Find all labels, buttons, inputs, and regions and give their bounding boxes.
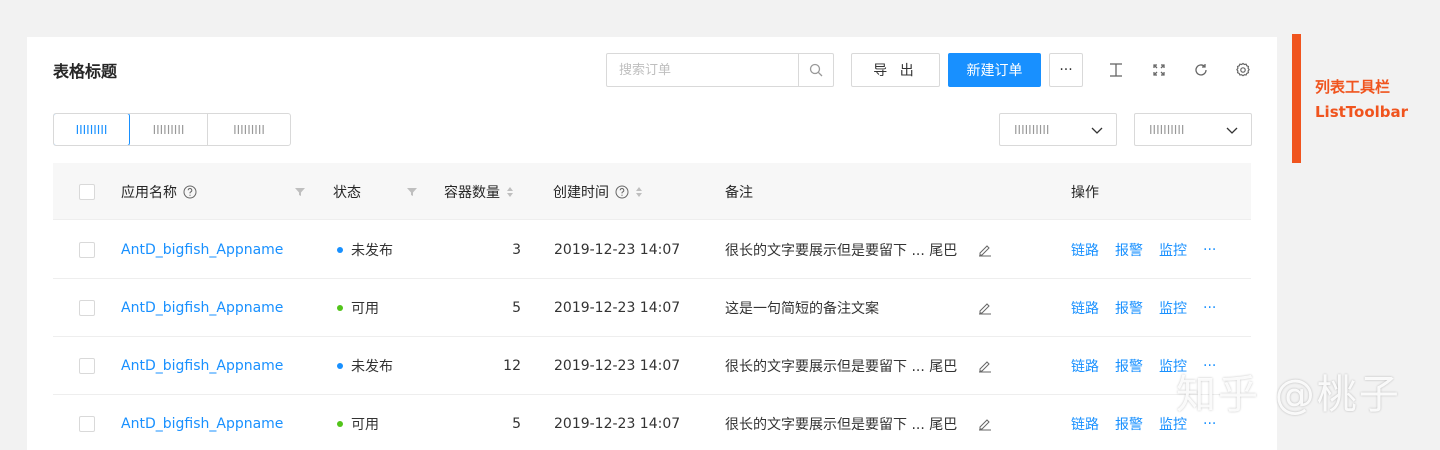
link-action[interactable]: 链路 <box>1071 298 1099 318</box>
created-time: 2019-12-23 14:07 <box>554 416 681 432</box>
edit-icon[interactable] <box>978 221 992 279</box>
row-checkbox[interactable] <box>79 221 95 279</box>
status-text: 可用 <box>351 301 379 317</box>
status-dot <box>337 363 343 369</box>
table-row: AntD_bigfish_Appname 未发布 12 2019-12-23 1… <box>53 337 1251 395</box>
table-row: AntD_bigfish_Appname 可用 5 2019-12-23 14:… <box>53 395 1251 450</box>
created-time: 2019-12-23 14:07 <box>554 242 681 258</box>
column-containers[interactable]: 容器数量 <box>444 163 514 220</box>
watermark: 知乎 @桃子 <box>1176 372 1401 418</box>
new-order-button[interactable]: 新建订单 <box>948 53 1041 87</box>
column-actions: 操作 <box>1071 184 1099 201</box>
view-tab-1[interactable]: IIIIIIIII <box>54 114 130 145</box>
fullscreen-icon[interactable] <box>1150 61 1168 79</box>
table-row: AntD_bigfish_Appname 未发布 3 2019-12-23 14… <box>53 221 1251 279</box>
link-action[interactable]: 链路 <box>1071 414 1099 434</box>
status-cell: 可用 <box>337 279 379 337</box>
row-checkbox[interactable] <box>79 279 95 337</box>
column-note: 备注 <box>725 184 753 201</box>
table-row: AntD_bigfish_Appname 可用 5 2019-12-23 14:… <box>53 279 1251 337</box>
table-card: 表格标题 导 出 新建订单 ··· IIIIIIIII IIIIIIIII II… <box>27 37 1277 450</box>
chevron-down-icon <box>1091 127 1103 134</box>
chevron-down-icon <box>1226 127 1238 134</box>
container-count: 5 <box>512 300 521 316</box>
app-name-link[interactable]: AntD_bigfish_Appname <box>121 395 283 450</box>
alarm-action[interactable]: 报警 <box>1115 298 1143 318</box>
container-count: 3 <box>512 242 521 258</box>
gear-icon[interactable] <box>1234 61 1252 79</box>
status-text: 未发布 <box>351 243 393 259</box>
alarm-action[interactable]: 报警 <box>1115 356 1143 376</box>
annotation-line-1: 列表工具栏 <box>1315 78 1391 96</box>
search-input[interactable] <box>607 54 799 86</box>
filter-icon[interactable] <box>295 163 305 220</box>
app-name-link[interactable]: AntD_bigfish_Appname <box>121 337 283 395</box>
row-actions: 链路 报警 监控 ··· <box>1071 279 1232 337</box>
monitor-action[interactable]: 监控 <box>1159 240 1187 260</box>
sort-icon <box>636 186 642 197</box>
export-button[interactable]: 导 出 <box>851 53 940 87</box>
filter-select-2[interactable]: IIIIIIIIII <box>1134 113 1252 146</box>
status-cell: 未发布 <box>337 221 393 279</box>
filter-select-1-value: IIIIIIIIII <box>1014 122 1050 137</box>
alarm-action[interactable]: 报警 <box>1115 414 1143 434</box>
reload-icon[interactable] <box>1192 61 1210 79</box>
column-app-name: 应用名称 <box>121 163 197 220</box>
row-checkbox[interactable] <box>79 395 95 450</box>
status-text: 未发布 <box>351 359 393 375</box>
column-app-name-label: 应用名称 <box>121 184 177 201</box>
status-text: 可用 <box>351 417 379 433</box>
filter-icon[interactable] <box>407 163 417 220</box>
filter-select-1[interactable]: IIIIIIIIII <box>999 113 1117 146</box>
edit-icon[interactable] <box>978 337 992 395</box>
container-count: 5 <box>512 416 521 432</box>
search-icon <box>809 63 823 77</box>
row-checkbox[interactable] <box>79 337 95 395</box>
view-tab-3[interactable]: IIIIIIIII <box>208 114 290 145</box>
column-status: 状态 <box>333 184 361 201</box>
row-actions: 链路 报警 监控 ··· <box>1071 221 1232 279</box>
note-text: 很长的文字要展示但是要留下 ... 尾巴 <box>725 243 958 259</box>
link-action[interactable]: 链路 <box>1071 356 1099 376</box>
search-button[interactable] <box>798 54 833 86</box>
annotation-line-2: ListToolbar <box>1315 103 1409 121</box>
more-action-icon[interactable]: ··· <box>1203 242 1216 258</box>
column-created[interactable]: 创建时间 <box>553 163 643 220</box>
sort-icon <box>507 186 513 197</box>
table-header: 应用名称 状态 容器数量 创建时间 备注 操作 <box>53 163 1251 220</box>
column-containers-label: 容器数量 <box>444 184 500 201</box>
table-title: 表格标题 <box>53 62 118 81</box>
view-tab-2[interactable]: IIIIIIIII <box>130 114 208 145</box>
app-name-link[interactable]: AntD_bigfish_Appname <box>121 221 283 279</box>
annotation-label: 列表工具栏 ListToolbar <box>1315 75 1408 125</box>
edit-icon[interactable] <box>978 279 992 337</box>
link-action[interactable]: 链路 <box>1071 240 1099 260</box>
note-text: 很长的文字要展示但是要留下 ... 尾巴 <box>725 417 958 433</box>
density-icon[interactable] <box>1107 61 1125 79</box>
created-time: 2019-12-23 14:07 <box>554 300 681 316</box>
question-circle-icon[interactable] <box>615 185 629 199</box>
status-cell: 可用 <box>337 395 379 450</box>
question-circle-icon[interactable] <box>183 185 197 199</box>
status-dot <box>337 305 343 311</box>
container-count: 12 <box>503 358 521 374</box>
monitor-action[interactable]: 监控 <box>1159 298 1187 318</box>
annotation-bar <box>1292 34 1301 163</box>
created-time: 2019-12-23 14:07 <box>554 358 681 374</box>
alarm-action[interactable]: 报警 <box>1115 240 1143 260</box>
status-dot <box>337 421 343 427</box>
status-cell: 未发布 <box>337 337 393 395</box>
note-text: 很长的文字要展示但是要留下 ... 尾巴 <box>725 359 958 375</box>
column-created-label: 创建时间 <box>553 184 609 201</box>
search-box <box>606 53 834 87</box>
more-action-icon[interactable]: ··· <box>1203 300 1216 316</box>
app-name-link[interactable]: AntD_bigfish_Appname <box>121 279 283 337</box>
filter-select-2-value: IIIIIIIIII <box>1149 122 1185 137</box>
select-all-checkbox[interactable] <box>79 163 95 220</box>
status-dot <box>337 247 343 253</box>
more-button[interactable]: ··· <box>1049 53 1083 87</box>
edit-icon[interactable] <box>978 395 992 450</box>
note-text: 这是一句简短的备注文案 <box>725 301 879 317</box>
view-switch: IIIIIIIII IIIIIIIII IIIIIIIII <box>53 113 291 146</box>
